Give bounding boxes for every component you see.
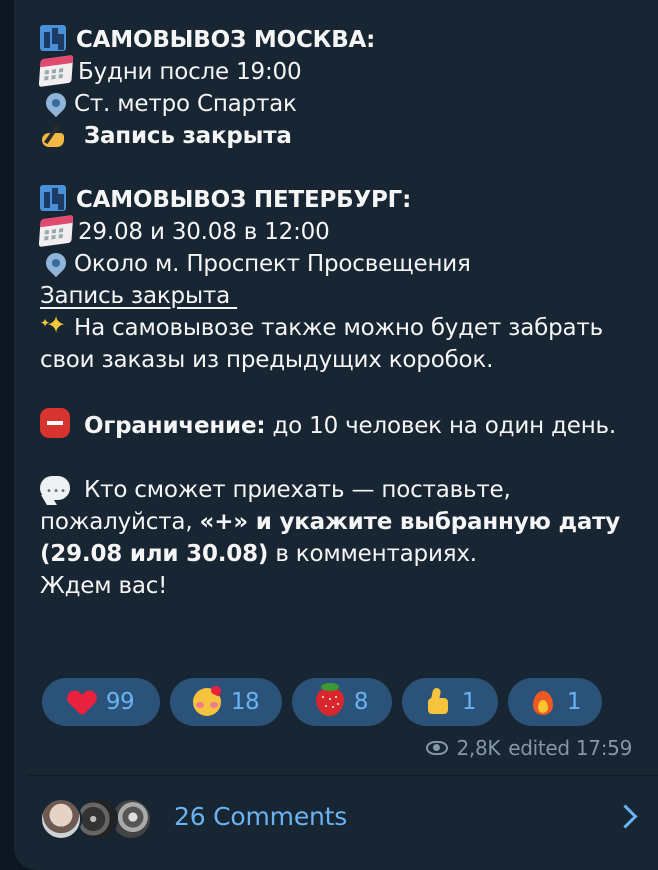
moscow-days-line: Будни после 19:00 bbox=[38, 54, 640, 88]
round-pushpin-icon bbox=[41, 248, 71, 278]
cta-paragraph: Кто сможет приехать — поставьте, пожалуй… bbox=[40, 474, 640, 570]
note-text: На самовывозе также можно будет забрать … bbox=[40, 315, 603, 373]
reaction-count: 99 bbox=[105, 689, 135, 715]
calendar-icon bbox=[38, 214, 74, 248]
cityscape-icon bbox=[40, 185, 66, 211]
comments-button[interactable]: 26 Comments bbox=[14, 776, 658, 862]
limit-paragraph: Ограничение: до 10 человек на один день. bbox=[40, 408, 640, 442]
red-heart-icon bbox=[68, 688, 96, 716]
reaction-smiling-hearts[interactable]: 18 bbox=[170, 678, 282, 726]
reaction-strawberry[interactable]: 8 bbox=[292, 678, 392, 726]
chevron-right-icon bbox=[613, 804, 638, 829]
sparkles-icon bbox=[40, 307, 68, 341]
edited-time: edited 17:59 bbox=[508, 736, 632, 760]
reaction-count: 1 bbox=[461, 689, 477, 715]
note-paragraph: На самовывозе также можно будет забрать … bbox=[40, 307, 640, 376]
calendar-icon bbox=[38, 54, 74, 88]
strawberry-icon bbox=[315, 683, 344, 716]
spb-status-line: Запись закрыта bbox=[40, 280, 640, 312]
reaction-count: 18 bbox=[230, 689, 260, 715]
moscow-days: Будни после 19:00 bbox=[78, 59, 302, 85]
moscow-status-line: Запись закрыта bbox=[40, 120, 640, 152]
spb-place: Около м. Проспект Просвещения bbox=[74, 251, 471, 277]
spb-title: САМОВЫВОЗ ПЕТЕРБУРГ: bbox=[76, 187, 412, 213]
stop-sign-icon bbox=[40, 408, 70, 438]
speech-balloon-icon bbox=[40, 476, 70, 508]
fire-icon bbox=[529, 688, 557, 716]
avatar bbox=[40, 798, 82, 840]
spb-title-line: САМОВЫВОЗ ПЕТЕРБУРГ: bbox=[40, 184, 640, 216]
moscow-title: САМОВЫВОЗ МОСКВА: bbox=[76, 27, 376, 53]
reactions-bar: 99 18 8 1 1 bbox=[42, 678, 642, 726]
spb-place-line: Около м. Проспект Просвещения bbox=[40, 248, 640, 280]
cta-closing-line: Ждем вас! bbox=[40, 570, 640, 602]
cityscape-icon bbox=[40, 25, 66, 51]
post-meta: 2,8K edited 17:59 bbox=[426, 734, 632, 762]
round-pushpin-icon bbox=[41, 88, 71, 118]
eye-icon bbox=[426, 741, 449, 755]
thumbs-up-icon bbox=[424, 688, 452, 716]
cta-closing: Ждем вас! bbox=[40, 573, 168, 599]
limit-label: Ограничение: bbox=[84, 413, 266, 439]
spb-dates: 29.08 и 30.08 в 12:00 bbox=[78, 219, 330, 245]
moscow-title-line: САМОВЫВОЗ МОСКВА: bbox=[40, 24, 640, 56]
post-text: САМОВЫВОЗ МОСКВА: Будни после 19:00 Ст. … bbox=[38, 24, 640, 602]
moscow-place: Ст. метро Спартак bbox=[74, 91, 297, 117]
reaction-fire[interactable]: 1 bbox=[508, 678, 602, 726]
channel-post: САМОВЫВОЗ МОСКВА: Будни после 19:00 Ст. … bbox=[14, 0, 658, 870]
spb-status: Запись закрыта bbox=[40, 283, 231, 309]
reaction-count: 1 bbox=[566, 689, 582, 715]
spb-dates-line: 29.08 и 30.08 в 12:00 bbox=[38, 214, 640, 248]
avatar bbox=[76, 798, 118, 840]
cta-text-end: в комментариях. bbox=[268, 541, 477, 567]
limit-text: до 10 человек на один день. bbox=[265, 413, 617, 439]
writing-hand-icon bbox=[40, 123, 70, 149]
reaction-count: 8 bbox=[353, 689, 369, 715]
reaction-thumbs-up[interactable]: 1 bbox=[402, 678, 498, 726]
moscow-place-line: Ст. метро Спартак bbox=[40, 88, 640, 120]
reaction-heart[interactable]: 99 bbox=[42, 678, 160, 726]
smiling-face-with-hearts-icon bbox=[192, 688, 221, 716]
view-count: 2,8K bbox=[456, 736, 501, 760]
moscow-status: Запись закрыта bbox=[83, 123, 292, 149]
comments-label: 26 Comments bbox=[174, 802, 348, 831]
